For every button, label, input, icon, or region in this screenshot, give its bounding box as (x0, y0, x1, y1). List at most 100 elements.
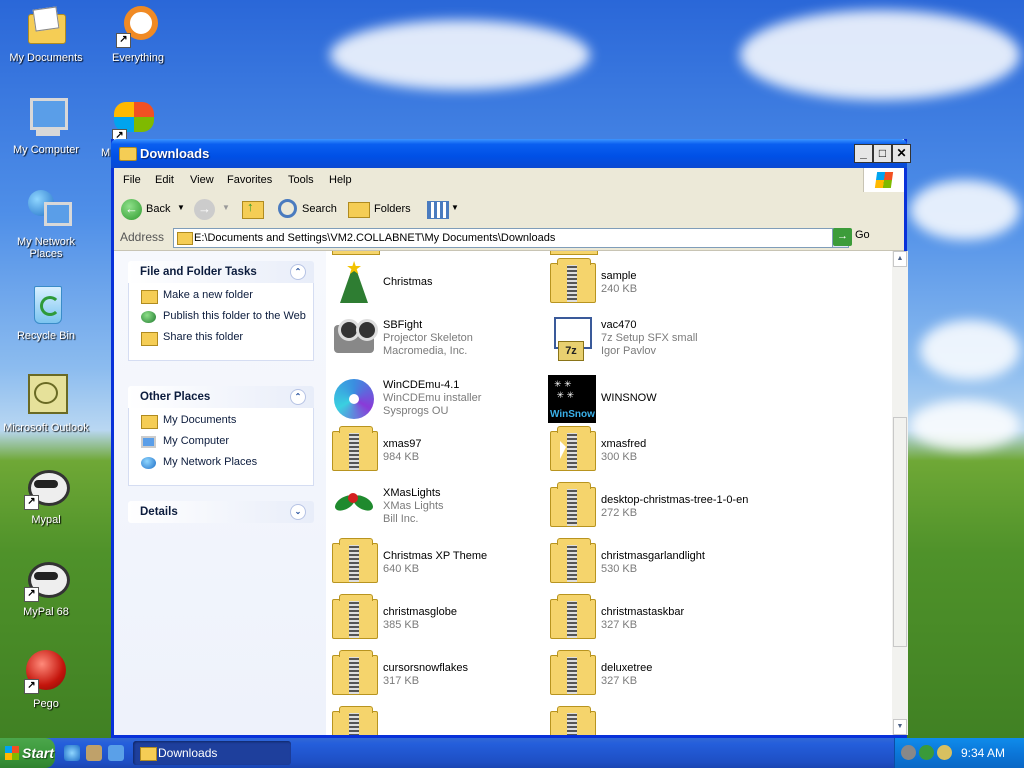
menu-help[interactable]: Help (329, 174, 352, 186)
minimize-button[interactable]: _ (854, 144, 873, 163)
search-button[interactable]: Search (274, 197, 340, 221)
place-my-computer[interactable]: My Computer (129, 435, 313, 453)
desktop-icon-everything[interactable]: ↗ Everything (92, 4, 184, 64)
desktop-icon-pego[interactable]: ↗ Pego (0, 650, 92, 710)
file-name: SBFight (383, 319, 423, 331)
desktop-icon-label: M (101, 147, 111, 159)
file-description: Projector Skeleton (383, 332, 473, 344)
raccoon-icon: ↗ (24, 466, 70, 510)
file-item[interactable]: cursorsnowflakes 317 KB (330, 650, 540, 699)
close-button[interactable]: ✕ (892, 144, 911, 163)
back-button[interactable]: ← Back ▼ (118, 197, 188, 221)
cd-icon (330, 375, 378, 423)
file-item[interactable]: ✳ ✳ ✳ ✳ WinSnow WINSNOW (548, 375, 758, 423)
zip-folder-icon (548, 258, 596, 307)
task-share-folder[interactable]: Share this folder (129, 331, 313, 349)
shortcut-arrow-icon: ↗ (24, 587, 39, 602)
views-button[interactable]: ▼ (424, 197, 460, 221)
file-size: 327 KB (601, 675, 638, 687)
media-player-icon[interactable] (108, 745, 124, 761)
collapse-chevron-icon[interactable]: ⌃ (290, 264, 306, 280)
collapse-chevron-icon[interactable]: ⌃ (290, 389, 306, 405)
app-icon: ↗ (112, 100, 156, 144)
desktop-icon-label: Pego (33, 698, 59, 710)
go-button[interactable]: → Go (833, 228, 870, 246)
forward-button[interactable]: → ▼ (192, 197, 232, 221)
winsnow-icon: ✳ ✳ ✳ ✳ WinSnow (548, 375, 596, 423)
up-button[interactable]: ↑ (240, 197, 266, 221)
desktop-icon-microsoft-outlook[interactable]: Microsoft Outlook (0, 374, 92, 434)
panel-header[interactable]: Details ⌄ (128, 501, 314, 523)
file-item[interactable]: christmastaskbar 327 KB (548, 594, 758, 643)
desktop-icon-mypal[interactable]: ↗ Mypal (0, 466, 92, 526)
start-label: Start (22, 745, 54, 761)
panel-header[interactable]: Other Places ⌃ (128, 386, 314, 408)
task-label: Make a new folder (163, 289, 253, 301)
file-name: deluxetree (601, 662, 653, 674)
network-icon (141, 457, 156, 469)
zip-folder-icon (330, 426, 378, 475)
file-item[interactable]: 7z vac470 7z Setup SFX small Igor Pavlov (548, 315, 758, 363)
file-item[interactable]: desktop-christmas-tree-1-0-en 272 KB (548, 482, 758, 531)
network-icon (24, 188, 72, 232)
menu-file[interactable]: File (123, 174, 141, 186)
scroll-down-button[interactable]: ▼ (893, 719, 907, 735)
menu-tools[interactable]: Tools (288, 174, 314, 186)
maximize-button[interactable]: □ (873, 144, 892, 163)
zip-folder-icon (332, 251, 380, 255)
file-item[interactable]: christmasglobe 385 KB (330, 594, 540, 643)
file-item[interactable]: WinCDEmu-4.1 WinCDEmu installer Sysprogs… (330, 375, 540, 423)
desktop-icon-my-computer[interactable]: My Computer (0, 96, 92, 156)
desktop-icon-recycle-bin[interactable]: Recycle Bin (0, 282, 92, 342)
file-item[interactable]: xmas97 984 KB (330, 426, 540, 475)
scroll-up-button[interactable]: ▲ (893, 251, 907, 267)
taskbar-button-downloads[interactable]: Downloads (133, 741, 291, 765)
file-item-partial[interactable] (330, 706, 540, 735)
folder-icon (24, 4, 68, 48)
task-make-new-folder[interactable]: Make a new folder (129, 289, 313, 307)
panel-title: Other Places (140, 391, 211, 403)
title-bar[interactable]: Downloads _ □ ✕ (111, 139, 911, 168)
system-tray: 9:34 AM (894, 738, 1024, 768)
toolbar: ← Back ▼ → ▼ ↑ Search Folders ▼ (114, 192, 904, 227)
expand-chevron-icon[interactable]: ⌄ (290, 504, 306, 520)
file-list: ★ Christmas sample 240 KB SBFight Projec… (326, 251, 892, 735)
desktop-icon-my-documents[interactable]: My Documents (0, 4, 92, 64)
internet-explorer-icon[interactable] (64, 745, 80, 761)
file-item[interactable]: Christmas XP Theme 640 KB (330, 538, 540, 587)
tray-app-icon[interactable] (901, 745, 916, 760)
place-my-documents[interactable]: My Documents (129, 414, 313, 432)
folders-button[interactable]: Folders (346, 197, 416, 221)
file-name: desktop-christmas-tree-1-0-en (601, 494, 749, 506)
place-my-network-places[interactable]: My Network Places (129, 456, 313, 474)
file-size: 240 KB (601, 283, 638, 295)
start-button[interactable]: Start (0, 738, 55, 768)
scroll-thumb[interactable] (893, 417, 907, 647)
file-item[interactable]: christmasgarlandlight 530 KB (548, 538, 758, 587)
file-size: 640 KB (383, 563, 420, 575)
address-input[interactable]: E:\Documents and Settings\VM2.COLLABNET\… (173, 228, 849, 248)
desktop-icon-mypal-68[interactable]: ↗ MyPal 68 (0, 558, 92, 618)
menu-favorites[interactable]: Favorites (227, 174, 272, 186)
place-label: My Computer (163, 435, 230, 447)
file-item-partial[interactable] (548, 706, 758, 735)
folder-icon (140, 747, 157, 761)
file-item[interactable]: xmasfred 300 KB (548, 426, 758, 475)
views-icon (427, 201, 449, 219)
tray-volume-icon[interactable] (937, 745, 952, 760)
file-item[interactable]: SBFight Projector Skeleton Macromedia, I… (330, 315, 540, 363)
menu-view[interactable]: View (190, 174, 214, 186)
clock[interactable]: 9:34 AM (961, 746, 1005, 760)
desktop-icon-my-network-places[interactable]: My Network Places (0, 188, 92, 260)
panel-header[interactable]: File and Folder Tasks ⌃ (128, 261, 314, 283)
file-item[interactable]: deluxetree 327 KB (548, 650, 758, 699)
file-item[interactable]: ★ Christmas (330, 259, 540, 307)
desktop-icon[interactable] (86, 745, 102, 761)
task-publish-to-web[interactable]: Publish this folder to the Web (129, 310, 313, 328)
vertical-scrollbar[interactable]: ▲ ▼ (892, 251, 908, 735)
tray-network-icon[interactable] (919, 745, 934, 760)
menu-edit[interactable]: Edit (155, 174, 174, 186)
file-item[interactable]: sample 240 KB (548, 258, 758, 307)
file-item[interactable]: XMasLights XMas Lights Bill Inc. (330, 483, 540, 531)
zip-folder-icon (330, 706, 378, 735)
